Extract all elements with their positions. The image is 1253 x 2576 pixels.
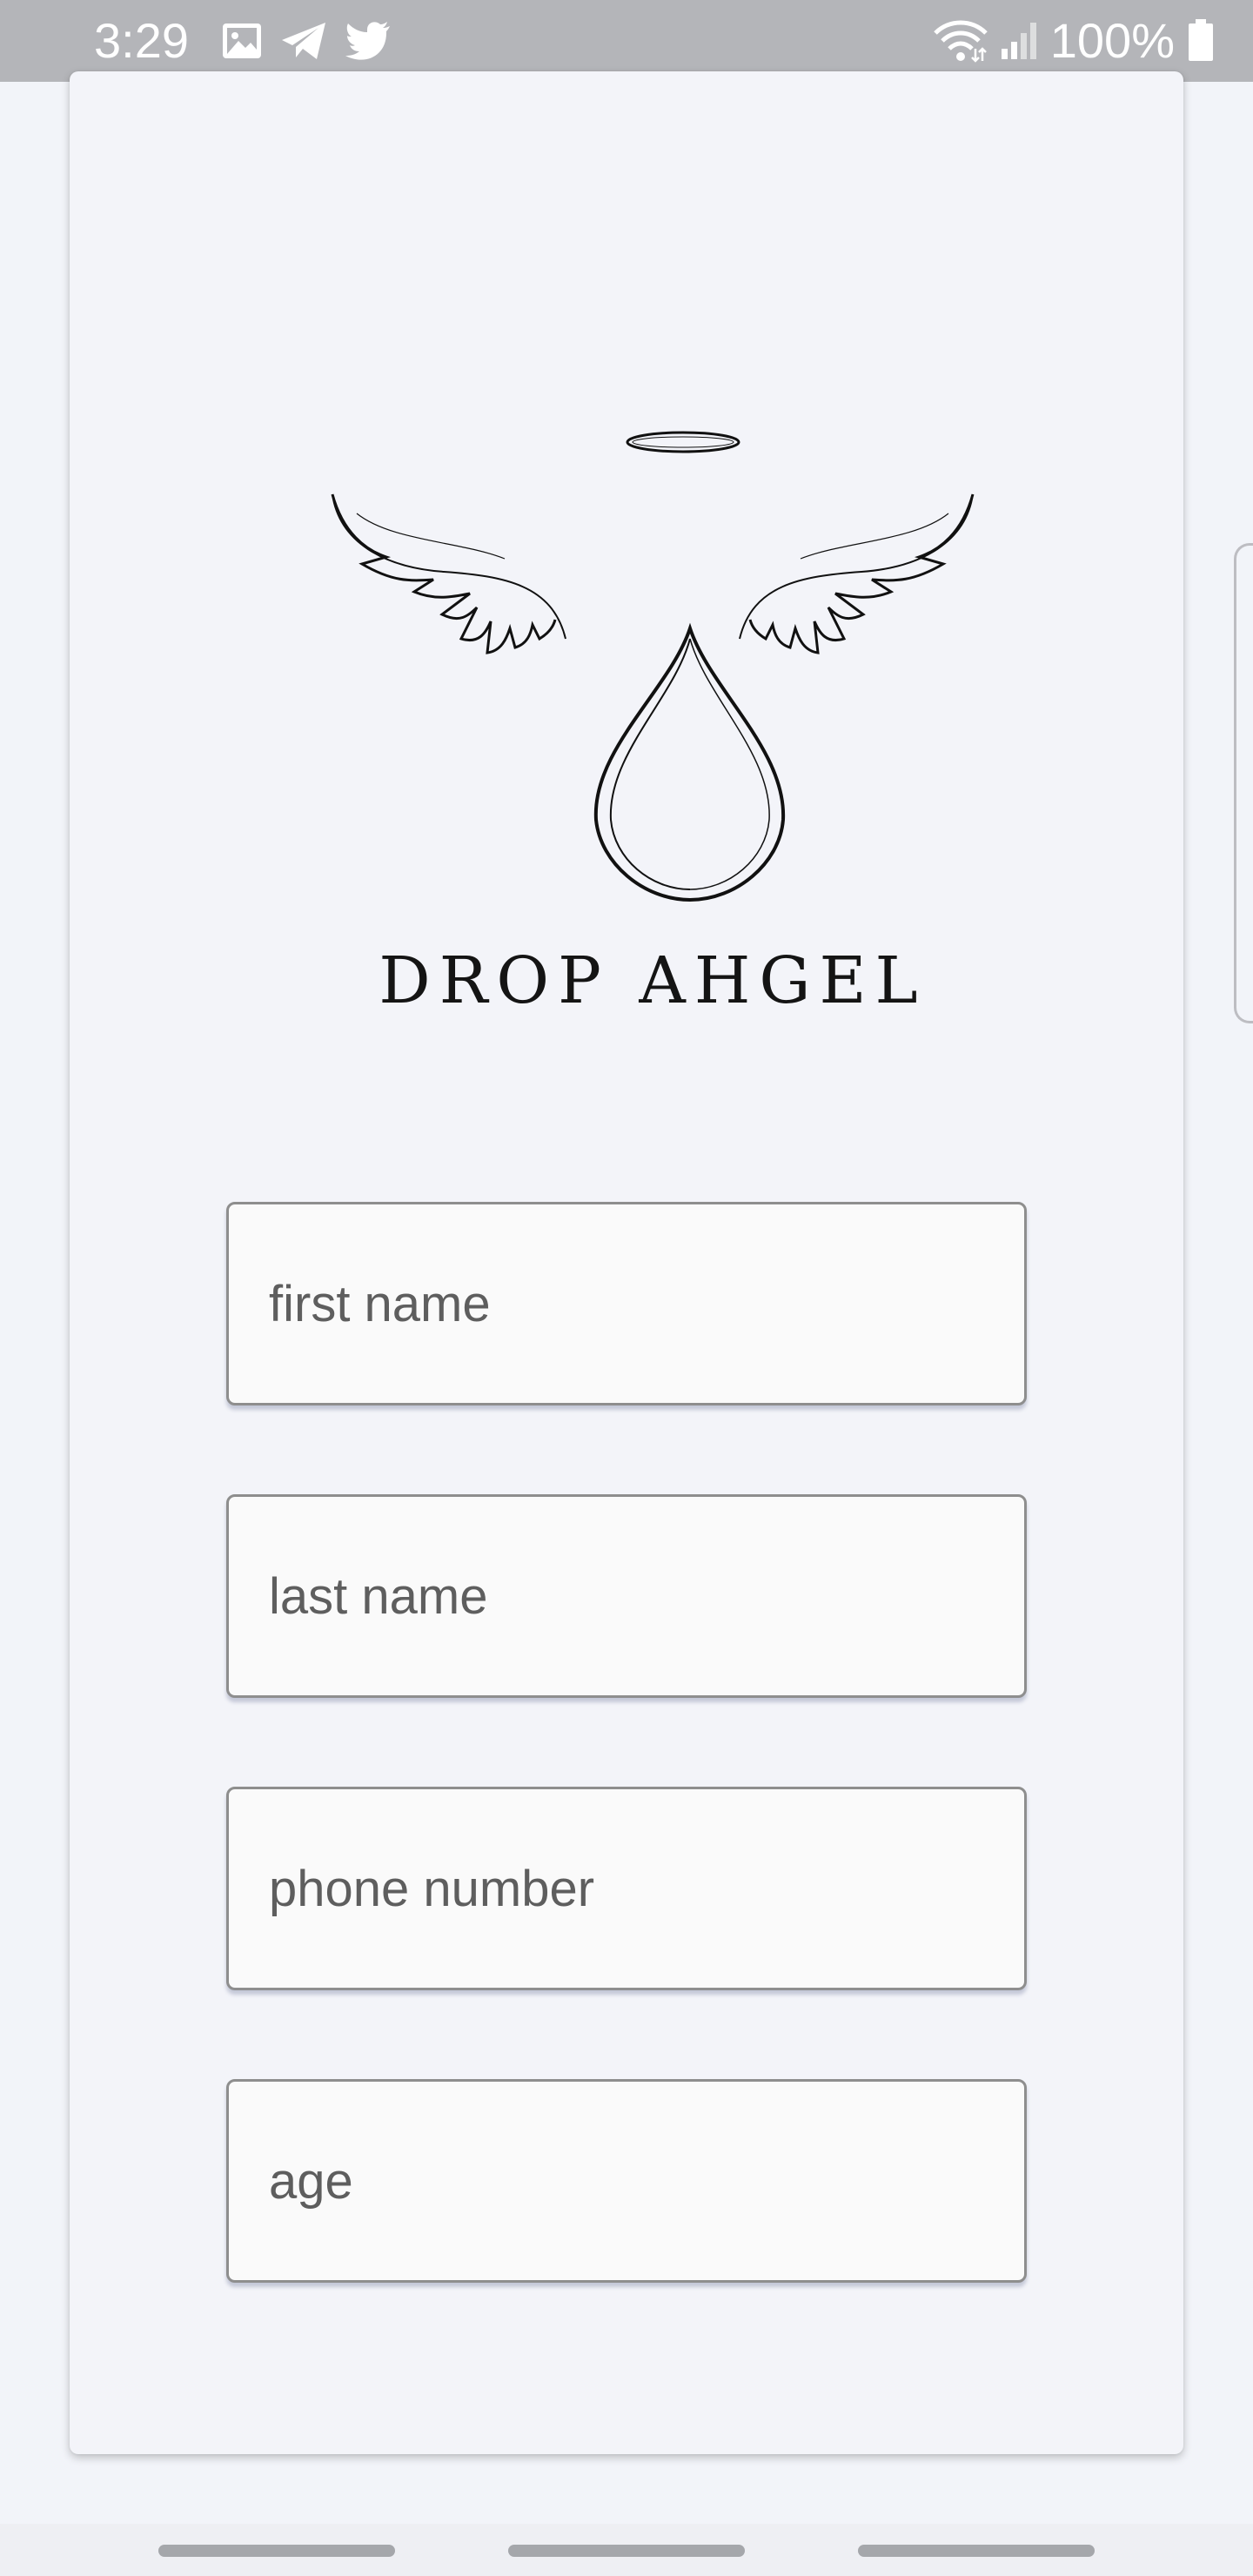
last-name-field[interactable] — [226, 1494, 1027, 1698]
twitter-icon — [345, 22, 390, 60]
drop-angel-logo: DROP AHGEL — [331, 411, 975, 1037]
first-name-input[interactable] — [229, 1204, 1024, 1403]
status-time: 3:29 — [94, 13, 189, 68]
brand-name: DROP AHGEL — [379, 943, 927, 1018]
signal-icon — [1001, 23, 1036, 59]
phone-number-input[interactable] — [229, 1789, 1024, 1988]
first-name-field[interactable] — [226, 1202, 1027, 1405]
telegram-icon — [282, 23, 325, 59]
system-status-icons: 100% — [933, 12, 1215, 70]
battery-icon — [1189, 19, 1213, 61]
last-name-input[interactable] — [229, 1497, 1024, 1695]
navigation-bar — [0, 2524, 1253, 2576]
home-button[interactable] — [508, 2545, 745, 2557]
gallery-icon — [223, 23, 261, 58]
age-field[interactable] — [226, 2079, 1027, 2283]
edge-panel-handle[interactable] — [1234, 543, 1253, 1023]
angel-drop-icon — [331, 431, 975, 902]
battery-percent: 100% — [1049, 13, 1175, 68]
back-button[interactable] — [858, 2545, 1095, 2557]
recents-button[interactable] — [158, 2545, 395, 2557]
age-input[interactable] — [229, 2082, 1024, 2280]
status-bar: 3:29 100% — [0, 0, 1253, 82]
wifi-icon — [933, 20, 988, 63]
phone-number-field[interactable] — [226, 1787, 1027, 1990]
notification-icons — [221, 17, 392, 64]
registration-card: DROP AHGEL — [70, 71, 1183, 2454]
